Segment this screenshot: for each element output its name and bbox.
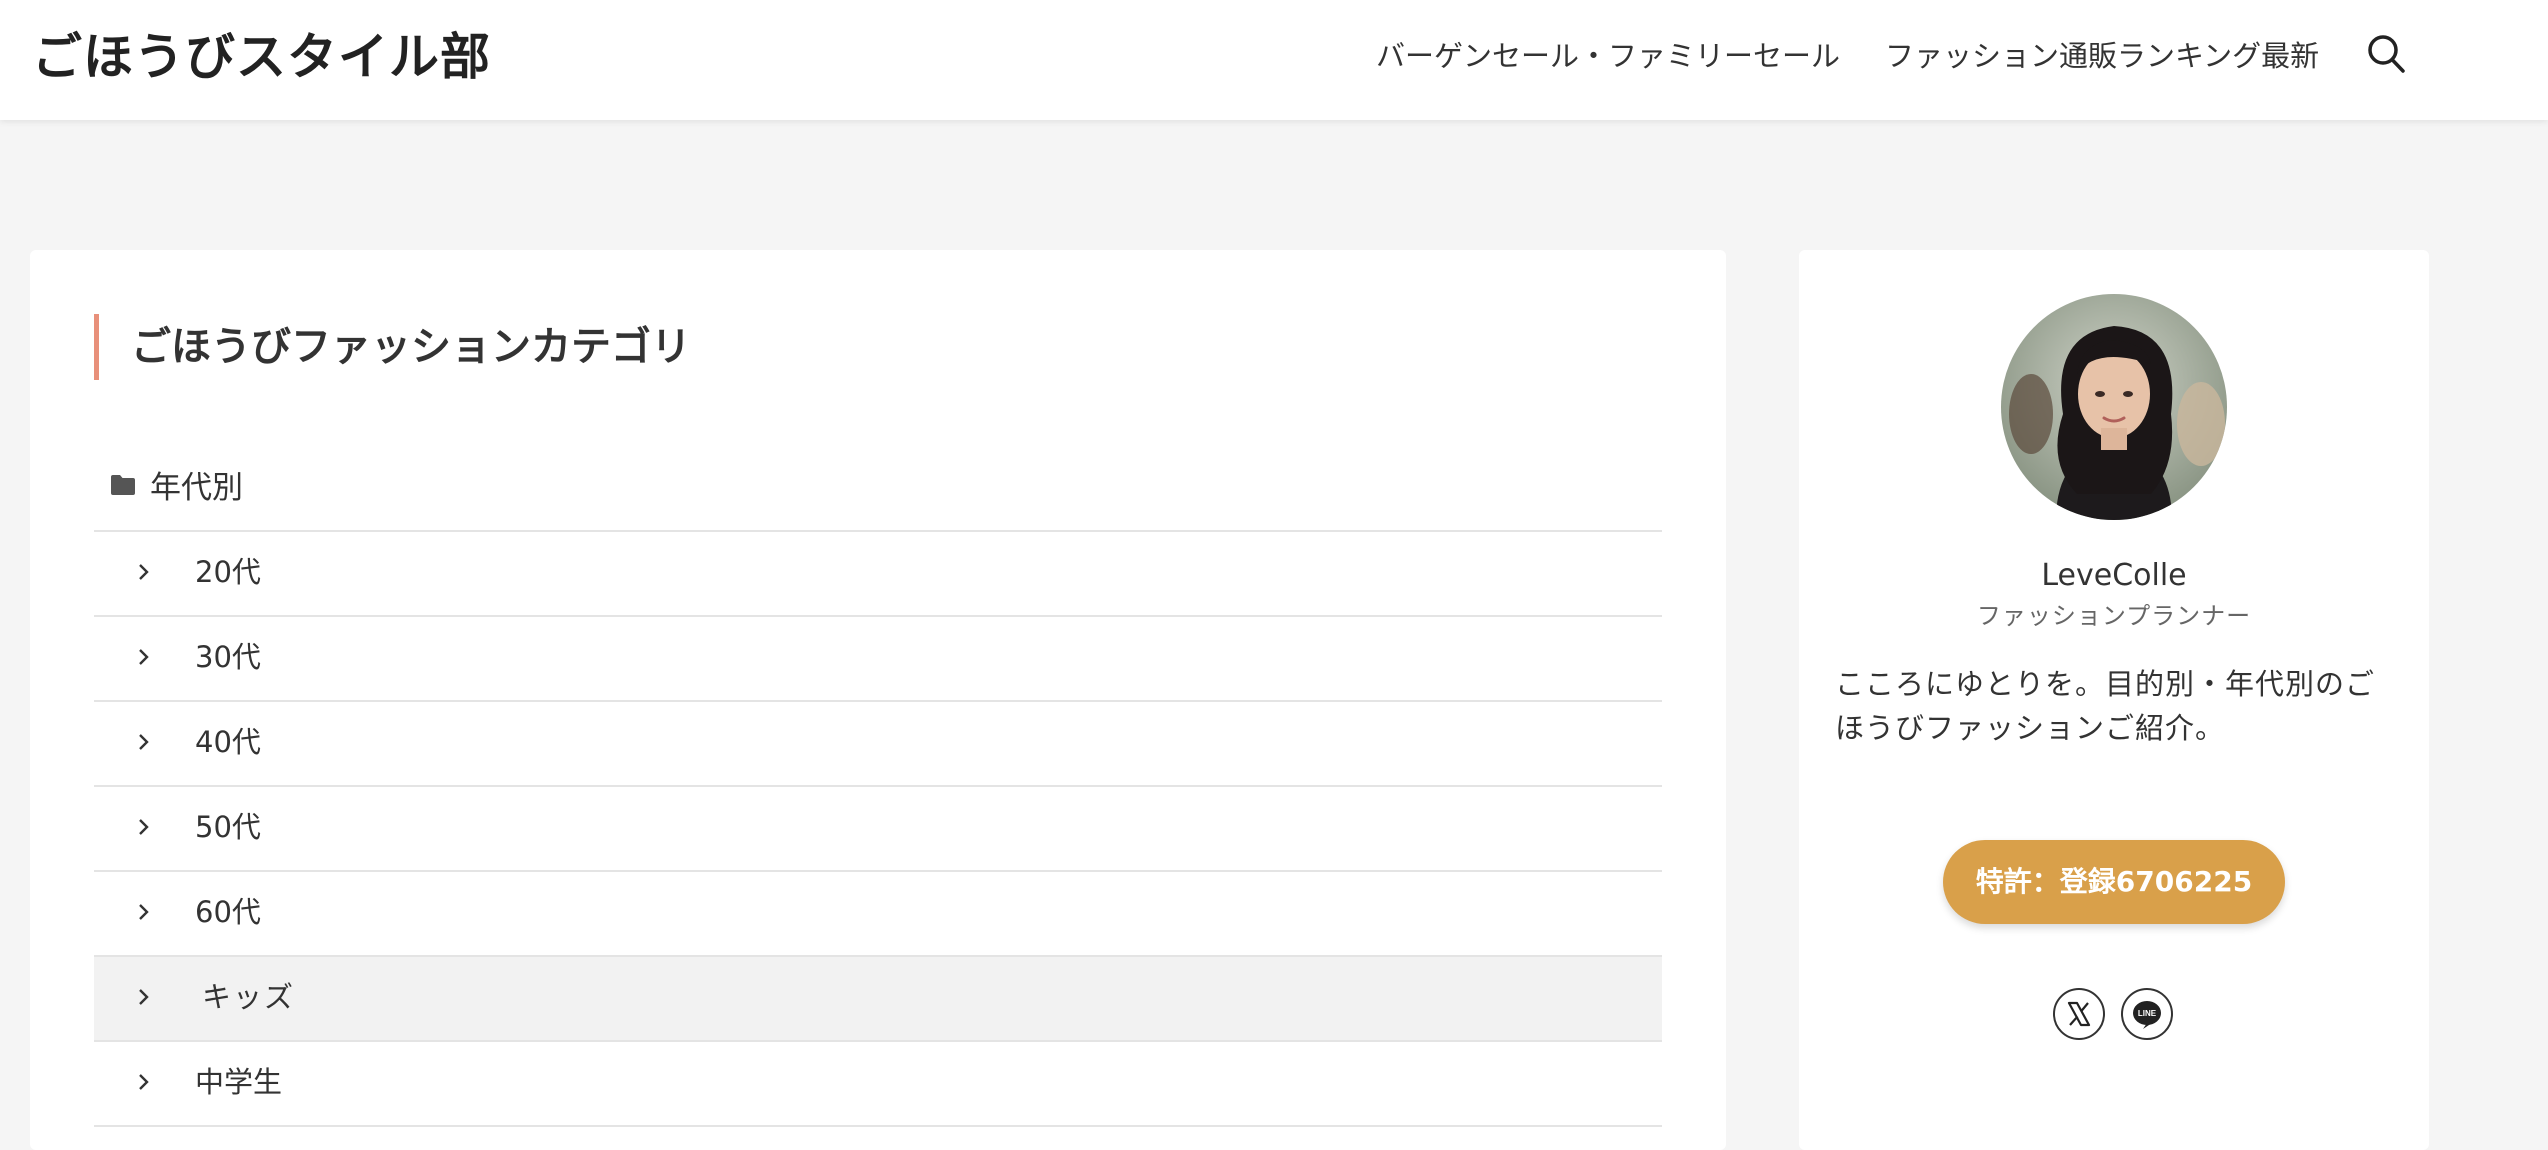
- folder-icon: [111, 475, 135, 495]
- category-item-label: キッズ: [202, 980, 296, 1014]
- category-item-60s[interactable]: 60代: [94, 872, 1662, 957]
- chevron-right-icon: [139, 649, 149, 665]
- category-parent-age[interactable]: 年代別: [94, 450, 1662, 532]
- site-header: ごほうびスタイル部 バーゲンセール・ファミリーセール ファッション通販ランキング…: [0, 0, 2548, 120]
- patent-button[interactable]: 特許：登録6706225: [1943, 840, 2285, 924]
- profile-widget: LeveColle ファッションプランナー こころにゆとりを。目的別・年代別のご…: [1799, 250, 2429, 1150]
- chevron-right-icon: [139, 734, 149, 750]
- profile-name: LeveColle: [2041, 558, 2187, 593]
- category-list: 20代 30代 40代 50代 60代 キッズ 中学生: [94, 532, 1662, 1127]
- category-item-50s[interactable]: 50代: [94, 787, 1662, 872]
- profile-role: ファッションプランナー: [1976, 602, 2252, 630]
- category-parent-label: 年代別: [150, 470, 243, 506]
- avatar: [2001, 294, 2227, 520]
- category-widget: ごほうびファッションカテゴリ 年代別 20代 30代 40代 50代 60代 キ…: [30, 250, 1726, 1150]
- category-item-label: 中学生: [195, 1065, 283, 1099]
- category-item-junior-high[interactable]: 中学生: [94, 1042, 1662, 1127]
- site-title[interactable]: ごほうびスタイル部: [32, 24, 491, 90]
- chevron-right-icon: [139, 904, 149, 920]
- nav-link-bargain-sale[interactable]: バーゲンセール・ファミリーセール: [1376, 36, 1840, 76]
- chevron-right-icon: [139, 989, 149, 1005]
- category-item-label: 60代: [195, 895, 261, 929]
- chevron-right-icon: [139, 1074, 149, 1090]
- chevron-right-icon: [139, 564, 149, 580]
- profile-description: こころにゆとりを。目的別・年代別のごほうびファッションご紹介。: [1835, 667, 2376, 745]
- category-item-30s[interactable]: 30代: [94, 617, 1662, 702]
- category-item-20s[interactable]: 20代: [94, 532, 1662, 617]
- x-social-button[interactable]: [2053, 988, 2105, 1040]
- nav-link-fashion-ranking[interactable]: ファッション通販ランキング最新: [1885, 36, 2319, 76]
- category-item-label: 50代: [195, 810, 261, 844]
- section-title: ごほうびファッションカテゴリ: [94, 314, 691, 380]
- x-icon: [2067, 1001, 2091, 1027]
- svg-text:LINE: LINE: [2138, 1009, 2157, 1018]
- category-item-40s[interactable]: 40代: [94, 702, 1662, 787]
- chevron-right-icon: [139, 819, 149, 835]
- category-item-label: 40代: [195, 725, 261, 759]
- line-social-button[interactable]: LINE: [2121, 988, 2173, 1040]
- category-item-label: 20代: [195, 555, 261, 589]
- search-icon[interactable]: [2366, 32, 2406, 76]
- category-item-label: 30代: [195, 640, 261, 674]
- category-item-kids[interactable]: キッズ: [94, 957, 1662, 1042]
- line-icon: LINE: [2133, 1001, 2161, 1029]
